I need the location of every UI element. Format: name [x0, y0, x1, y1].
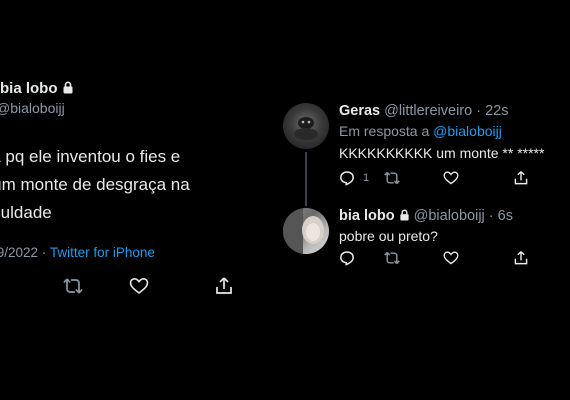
- tweet-text-line: faculdade: [0, 203, 52, 222]
- reply-button[interactable]: [339, 250, 355, 266]
- tweet-meta: 4/09/2022 · Twitter for iPhone: [0, 245, 155, 260]
- main-tweet: bia lobo @bialoboijj ula pq ele inventou…: [0, 0, 268, 400]
- retweet-icon: [383, 250, 401, 266]
- like-button[interactable]: [129, 276, 149, 296]
- tweet-text-line: u um monte de desgraça na: [0, 175, 190, 194]
- reply-handle-time[interactable]: @littlereiveiro · 22s: [384, 103, 508, 119]
- tweet-source[interactable]: Twitter for iPhone: [50, 245, 155, 260]
- thread-connector-line: [305, 152, 307, 206]
- reply-author[interactable]: Geras @littlereiveiro · 22s: [339, 103, 508, 119]
- avatar[interactable]: [283, 103, 329, 149]
- retweet-button[interactable]: [383, 250, 401, 266]
- heart-icon: [129, 276, 149, 296]
- reply-text: KKKKKKKKKK um monte ** *****: [339, 145, 545, 161]
- reply-button[interactable]: 1: [339, 170, 369, 186]
- retweet-icon: [62, 276, 84, 296]
- reply-author[interactable]: bia lobo @bialoboijj · 6s: [339, 208, 513, 224]
- share-button[interactable]: [513, 250, 529, 266]
- main-tweet-author[interactable]: bia lobo: [0, 80, 74, 97]
- lock-icon: [62, 81, 74, 94]
- comment-icon: [339, 170, 355, 186]
- heart-icon: [443, 250, 459, 266]
- like-button[interactable]: [443, 170, 459, 186]
- tweet-text-line: ula pq ele inventou o fies e: [0, 147, 181, 166]
- in-reply-to-label: Em resposta a: [339, 123, 430, 139]
- share-icon: [513, 250, 529, 266]
- like-button[interactable]: [443, 250, 459, 266]
- retweet-icon: [383, 170, 401, 186]
- in-reply-to-mention[interactable]: @bialoboijj: [433, 123, 502, 139]
- avatar[interactable]: [283, 208, 329, 254]
- retweet-button[interactable]: [383, 170, 401, 186]
- share-button[interactable]: [513, 170, 529, 186]
- lock-icon: [399, 209, 410, 221]
- reply-text: pobre ou preto?: [339, 228, 438, 244]
- reply-count: 1: [363, 172, 370, 184]
- reply-handle-time[interactable]: @bialoboijj · 6s: [414, 208, 513, 224]
- heart-icon: [443, 170, 459, 186]
- share-icon: [513, 170, 529, 186]
- meta-separator: ·: [41, 245, 47, 260]
- tweet-text: ula pq ele inventou o fies e u um monte …: [0, 143, 258, 227]
- reply-display-name[interactable]: Geras: [339, 103, 380, 119]
- in-reply-to: Em resposta a @bialoboijj: [339, 123, 502, 139]
- retweet-button[interactable]: [62, 276, 84, 296]
- author-display-name[interactable]: bia lobo: [0, 80, 58, 97]
- tweet-date[interactable]: 4/09/2022: [0, 245, 38, 260]
- author-handle[interactable]: @bialoboijj: [0, 100, 65, 116]
- comment-icon: [339, 250, 355, 266]
- share-icon: [214, 276, 234, 296]
- reply-display-name[interactable]: bia lobo: [339, 208, 395, 224]
- share-button[interactable]: [214, 276, 234, 296]
